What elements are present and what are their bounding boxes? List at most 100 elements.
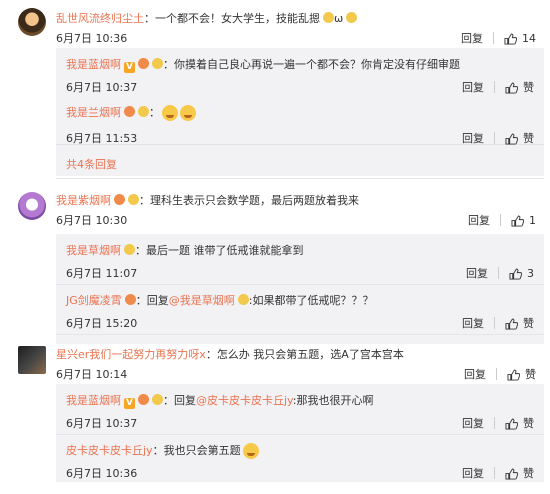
separator: ： (163, 394, 174, 407)
reply-word: 回复 (146, 294, 169, 307)
reply-button[interactable]: 回复 (462, 79, 484, 95)
divider (56, 334, 544, 335)
reply-body: 最后一题 谁带了低戒谁就能拿到 (146, 244, 304, 257)
reply-button[interactable]: 回复 (462, 415, 484, 431)
like-button[interactable]: 赞 (505, 79, 534, 95)
like-button[interactable]: 1 (511, 214, 536, 227)
avatar[interactable] (18, 346, 46, 374)
username-link[interactable]: 我是蓝烟啊 (66, 58, 121, 71)
like-button[interactable]: 14 (504, 32, 536, 45)
mention-link[interactable]: @我是草烟啊 (169, 294, 235, 307)
like-button[interactable]: 3 (509, 267, 534, 280)
reply-list: 我是蓝烟啊 V ：你摸着自己良心再说一遍一个都不会？你肯定没有仔细审题 6月7日 1… (56, 48, 544, 176)
separator: ： (163, 58, 174, 71)
emoji-icon (162, 105, 178, 121)
avatar[interactable] (18, 8, 46, 36)
reply-actions: 回复 赞 (462, 79, 534, 95)
emoji-icon (323, 12, 334, 23)
member-badge-icon (138, 394, 149, 405)
reply-time: 6月7日 15:20 (66, 317, 138, 330)
reply-time: 6月7日 10:36 (66, 467, 138, 480)
separator: ： (139, 194, 150, 207)
like-button[interactable]: 赞 (507, 366, 536, 382)
like-button[interactable]: 赞 (505, 415, 534, 431)
comment-actions: 回复 14 (461, 30, 536, 46)
username-link[interactable]: JG剑魔凌霄 (66, 294, 122, 307)
like-label: 赞 (523, 417, 534, 430)
reply-body: :那我也很开心啊 (292, 394, 374, 407)
like-button[interactable]: 赞 (505, 315, 534, 331)
thumbs-up-icon (505, 418, 518, 430)
avatar[interactable] (18, 192, 46, 220)
member-badge-icon (114, 194, 125, 205)
reply-button[interactable]: 回复 (466, 265, 488, 281)
reply-time: 6月7日 11:07 (66, 267, 138, 280)
reply-word: 回复 (174, 394, 196, 407)
reply-button[interactable]: 回复 (462, 315, 484, 331)
reply-list: 我是草烟啊 ：最后一题 谁带了低戒谁就能拿到 6月7日 11:07 回复 3 JG… (56, 234, 544, 344)
reply-body: 我也只会第五题 (163, 444, 241, 457)
reply-item: 皮卡皮卡皮卡丘jy：我也只会第五题 6月7日 10:36 回复 赞 (56, 434, 544, 494)
divider (500, 214, 501, 226)
separator: ： (152, 444, 164, 457)
reply-button[interactable]: 回复 (461, 30, 483, 46)
reply-button[interactable]: 回复 (462, 130, 484, 146)
reply-time: 6月7日 10:37 (66, 81, 138, 94)
divider (494, 81, 495, 93)
level-badge-icon (152, 394, 163, 405)
divider (498, 267, 499, 279)
reply-actions: 回复 3 (466, 265, 534, 281)
like-count: 14 (522, 31, 536, 45)
comment-time: 6月7日 10:30 (56, 214, 128, 227)
like-button[interactable]: 赞 (505, 130, 534, 146)
reply-actions: 回复 赞 (462, 315, 534, 331)
separator: ： (144, 12, 155, 25)
like-label: 赞 (525, 368, 536, 381)
divider (56, 178, 544, 179)
username-link[interactable]: 星兴er我们一起努力再努力呀x (56, 348, 206, 361)
comment-actions: 回复 赞 (464, 366, 536, 382)
level-badge-icon (152, 58, 163, 69)
comment-body: 理科生表示只会数学题，最后两题放着我来 (150, 194, 359, 207)
reply-body: :如果都带了低戒呢？？？ (248, 294, 374, 307)
comment-body: 一个都不会！女大学生，技能乱摁 (155, 12, 320, 25)
mention-link[interactable]: @皮卡皮卡皮卡丘jy (196, 394, 293, 407)
reply-time: 6月7日 11:53 (66, 132, 138, 145)
divider (493, 32, 494, 44)
reply-item: JG剑魔凌霄 ：回复@我是草烟啊:如果都带了低戒呢？？？ 6月7日 15:20 回… (56, 284, 544, 344)
reply-button[interactable]: 回复 (462, 465, 484, 481)
reply-text: 我是兰烟啊 ： (66, 104, 196, 121)
divider (494, 317, 495, 329)
username-link[interactable]: 乱世风流终归尘土 (56, 12, 144, 25)
reply-button[interactable]: 回复 (468, 212, 490, 228)
thumbs-up-icon (504, 32, 517, 45)
separator: ： (149, 106, 160, 119)
reply-button[interactable]: 回复 (464, 366, 486, 382)
reply-list: 我是蓝烟啊 V ：回复@皮卡皮卡皮卡丘jy:那我也很开心啊 6月7日 10:37 回… (56, 384, 544, 482)
like-button[interactable]: 赞 (505, 465, 534, 481)
reply-actions: 回复 赞 (462, 465, 534, 481)
reply-body: 你摸着自己良心再说一遍一个都不会？你肯定没有仔细审题 (174, 58, 460, 71)
level-badge-icon (124, 244, 135, 255)
username-link[interactable]: 我是草烟啊 (66, 244, 121, 257)
divider (494, 417, 495, 429)
verified-badge-icon: V (124, 398, 135, 409)
username-link[interactable]: 我是兰烟啊 (66, 106, 121, 119)
username-link[interactable]: 皮卡皮卡皮卡丘jy (66, 444, 153, 457)
comment-actions: 回复 1 (468, 212, 536, 228)
level-badge-icon (138, 106, 149, 117)
thumbs-up-icon (505, 318, 518, 330)
like-label: 赞 (523, 132, 534, 145)
more-replies-link[interactable]: 共4条回复 (66, 156, 117, 172)
like-label: 赞 (523, 317, 534, 330)
member-badge-icon (124, 106, 135, 117)
like-count: 1 (529, 213, 536, 227)
username-link[interactable]: 我是紫烟啊 (56, 194, 111, 207)
member-badge-icon (138, 58, 149, 69)
reply-actions: 回复 赞 (462, 130, 534, 146)
like-label: 赞 (523, 467, 534, 480)
comment-time: 6月7日 10:14 (56, 368, 128, 381)
username-link[interactable]: 我是蓝烟啊 (66, 394, 121, 407)
reply-text: 皮卡皮卡皮卡丘jy：我也只会第五题 (66, 442, 259, 459)
comment-body: 怎么办 我只会第五题，选A了宫本宫本 (216, 348, 404, 361)
